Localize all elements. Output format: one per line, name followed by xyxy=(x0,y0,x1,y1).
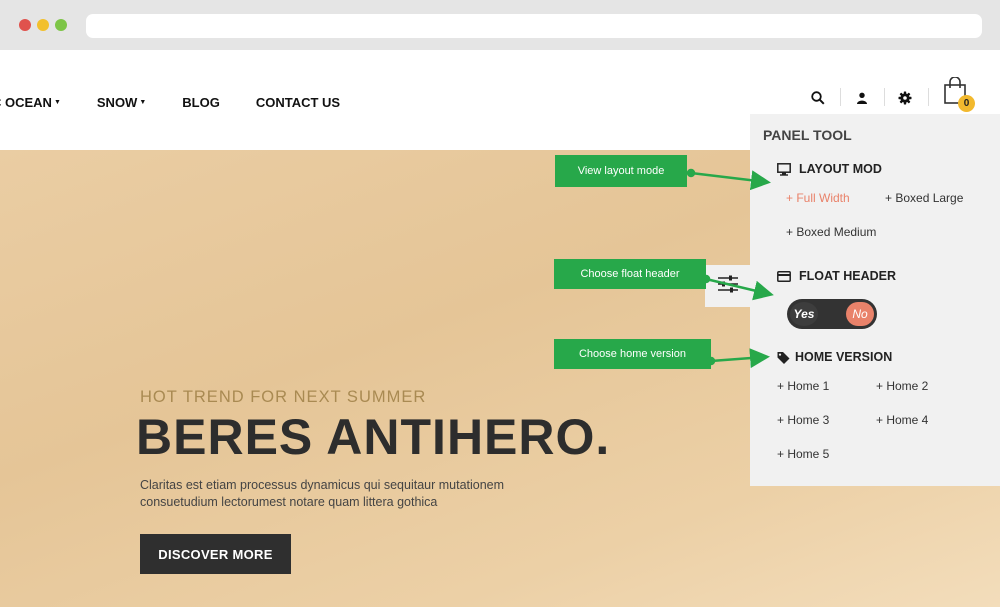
float-header-heading: FLOAT HEADER xyxy=(777,269,896,283)
home-option-1[interactable]: + Home 1 xyxy=(777,379,829,393)
panel-title: PANEL TOOL xyxy=(763,127,852,143)
header-divider xyxy=(840,88,841,106)
caret-down-icon: ▼ xyxy=(53,99,61,106)
home-option-3[interactable]: + Home 3 xyxy=(777,413,829,427)
sliders-icon xyxy=(717,274,739,299)
hero-subtitle: HOT TREND FOR NEXT SUMMER xyxy=(140,388,427,406)
callout-layout-mode: View layout mode xyxy=(555,155,687,187)
toggle-no[interactable]: No xyxy=(846,302,874,326)
cart-count-badge: 0 xyxy=(958,95,975,112)
tags-icon xyxy=(777,350,791,364)
monitor-icon xyxy=(777,162,791,176)
browser-chrome xyxy=(0,0,1000,50)
header-divider xyxy=(884,88,885,106)
address-bar[interactable] xyxy=(86,14,982,38)
nav-item-label: SNOW xyxy=(96,95,138,110)
header-divider xyxy=(928,88,929,106)
nav-item-contact[interactable]: CONTACT US xyxy=(256,95,340,110)
layout-mode-heading: LAYOUT MOD xyxy=(777,162,882,176)
layout-option-full-width[interactable]: + Full Width xyxy=(786,191,850,205)
nav-item-label: CONTACT US xyxy=(255,95,341,110)
float-header-toggle[interactable]: Yes No xyxy=(787,299,877,329)
panel-toggle-handle[interactable] xyxy=(705,265,750,307)
section-heading-label: HOME VERSION xyxy=(795,350,893,364)
layout-option-boxed-large[interactable]: + Boxed Large xyxy=(885,191,963,205)
home-option-5[interactable]: + Home 5 xyxy=(777,447,829,461)
nav-item-blog[interactable]: BLOG xyxy=(182,95,220,110)
callout-home-version: Choose home version xyxy=(554,339,711,369)
home-option-2[interactable]: + Home 2 xyxy=(876,379,928,393)
hero-title: BERES ANTIHERO. xyxy=(136,409,611,465)
home-version-heading: HOME VERSION xyxy=(777,350,892,364)
section-heading-label: LAYOUT MOD xyxy=(799,162,882,176)
toggle-yes[interactable]: Yes xyxy=(790,302,818,326)
hero-description-line: Claritas est etiam processus dynamicus q… xyxy=(140,478,505,492)
search-icon[interactable] xyxy=(810,90,826,106)
user-icon[interactable] xyxy=(854,90,870,106)
home-option-4[interactable]: + Home 4 xyxy=(876,413,928,427)
nav-item-label: BLOG xyxy=(182,95,220,110)
panel-tool: PANEL TOOL LAYOUT MOD + Full Width + Box… xyxy=(750,114,1000,486)
hero-description-line: consuetudium lectorumest notare quam lit… xyxy=(140,495,438,509)
nav-item-label: C OCEAN xyxy=(0,95,52,110)
gear-icon[interactable] xyxy=(897,90,913,106)
nav-item-ocean[interactable]: C OCEAN ▼ xyxy=(0,95,61,110)
nav-item-snow[interactable]: SNOW ▼ xyxy=(97,95,146,110)
card-icon xyxy=(777,269,791,283)
window-close-button[interactable] xyxy=(19,19,31,31)
caret-down-icon: ▼ xyxy=(139,99,147,106)
discover-more-button[interactable]: DISCOVER MORE xyxy=(140,534,291,574)
section-heading-label: FLOAT HEADER xyxy=(799,269,896,283)
hero-description: Claritas est etiam processus dynamicus q… xyxy=(140,477,540,511)
window-maximize-button[interactable] xyxy=(55,19,67,31)
window-minimize-button[interactable] xyxy=(37,19,49,31)
layout-option-boxed-medium[interactable]: + Boxed Medium xyxy=(786,225,876,239)
callout-float-header: Choose float header xyxy=(554,259,706,289)
main-nav: C OCEAN ▼ SNOW ▼ BLOG CONTACT US xyxy=(0,95,376,110)
